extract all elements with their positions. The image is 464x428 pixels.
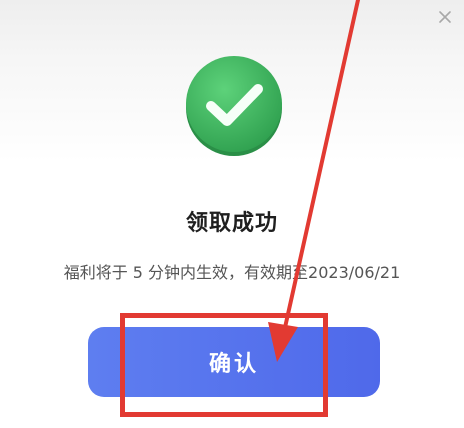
close-button[interactable] — [432, 4, 458, 30]
check-circle-icon — [186, 56, 282, 156]
confirm-label: 确认 — [208, 352, 259, 377]
success-dialog: 领取成功 福利将于 5 分钟内生效，有效期至2023/06/21 确认 — [0, 0, 464, 428]
confirm-button[interactable]: 确认 — [88, 327, 380, 397]
close-icon — [439, 11, 451, 23]
dialog-title: 领取成功 — [185, 211, 278, 236]
dialog-subtitle: 福利将于 5 分钟内生效，有效期至2023/06/21 — [63, 263, 401, 282]
